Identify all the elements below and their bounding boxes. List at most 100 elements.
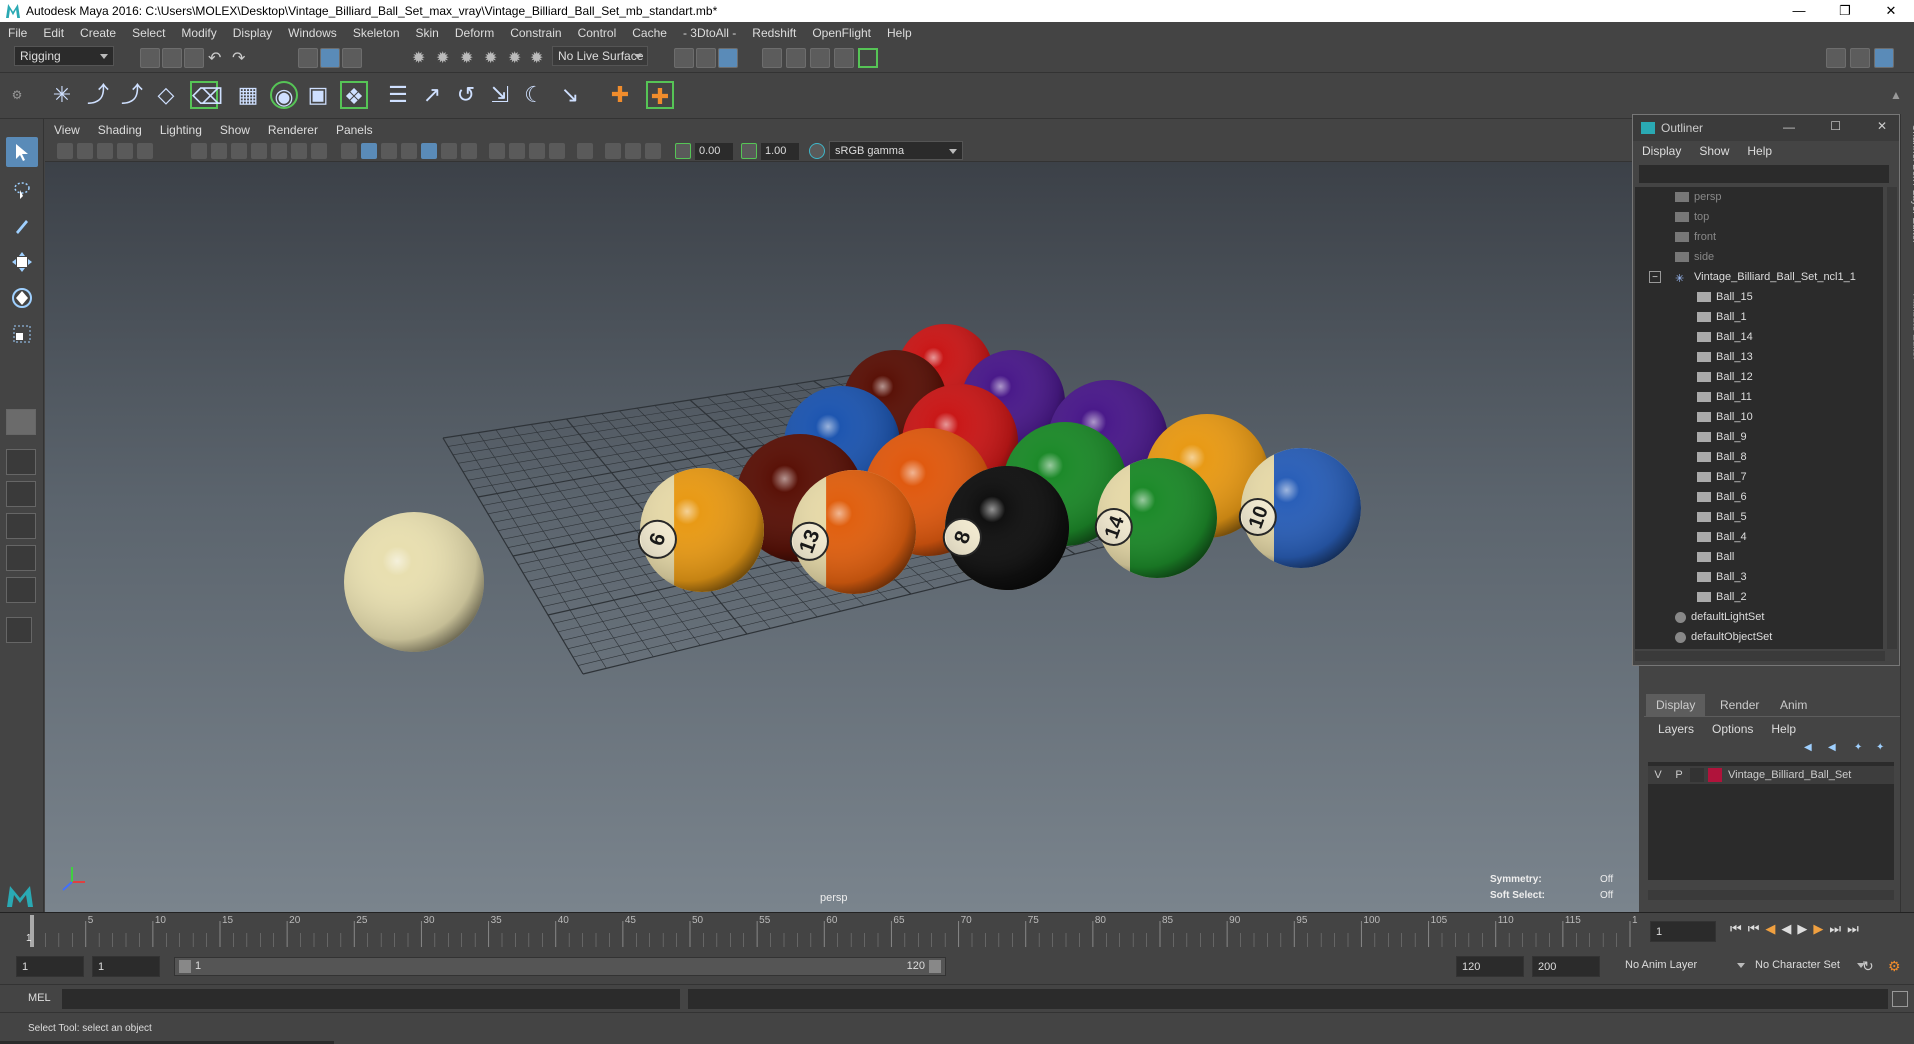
outliner-item-mesh[interactable]: Ball_2 bbox=[1697, 587, 1747, 607]
outliner-item-mesh[interactable]: Ball bbox=[1697, 547, 1734, 567]
use-all-lights-icon[interactable] bbox=[441, 143, 457, 159]
handle-icon[interactable]: ✚ bbox=[646, 81, 674, 109]
select-camera-icon[interactable] bbox=[57, 143, 73, 159]
open-scene-icon[interactable] bbox=[162, 48, 182, 68]
menu-modify[interactable]: Modify bbox=[173, 26, 224, 40]
select-tool-icon[interactable] bbox=[6, 137, 38, 167]
menu-help[interactable]: Help bbox=[879, 26, 920, 40]
aim-constraint-icon[interactable]: ↗ bbox=[418, 81, 446, 109]
scene-canvas[interactable]: 61381410 bbox=[45, 162, 1639, 912]
outliner-menu-help[interactable]: Help bbox=[1738, 144, 1781, 158]
character-set-dropdown[interactable]: No Character Set bbox=[1750, 956, 1870, 977]
layer-tab-render[interactable]: Render bbox=[1710, 694, 1769, 716]
restore-button[interactable]: ❐ bbox=[1822, 0, 1868, 22]
outliner-maximize-button[interactable]: ☐ bbox=[1830, 119, 1841, 133]
outliner-item-mesh[interactable]: Ball_15 bbox=[1697, 287, 1753, 307]
animation-prefs-icon[interactable]: ⚙ bbox=[1888, 958, 1906, 976]
range-slider[interactable]: 1 120 bbox=[174, 957, 946, 976]
toggle-panels-icon[interactable] bbox=[1850, 48, 1870, 68]
shelf-options-icon[interactable]: ⚙ bbox=[8, 81, 26, 109]
minimize-button[interactable]: — bbox=[1776, 0, 1822, 22]
playback-start-field[interactable]: 1 bbox=[92, 956, 160, 977]
layer-type-toggle[interactable] bbox=[1690, 768, 1704, 782]
vp-menu-renderer[interactable]: Renderer bbox=[259, 123, 327, 137]
lasso-tool-icon[interactable] bbox=[6, 175, 38, 205]
menu-skeleton[interactable]: Skeleton bbox=[345, 26, 408, 40]
step-back-frame-icon[interactable]: ◀ bbox=[1765, 921, 1775, 937]
move-layer-down-icon[interactable]: ◀ bbox=[1828, 742, 1842, 754]
current-frame-field[interactable]: 1 bbox=[1650, 921, 1716, 942]
workspace-icon[interactable] bbox=[1826, 48, 1846, 68]
layer-hscrollbar[interactable] bbox=[1648, 890, 1894, 900]
outliner-item-camera[interactable]: persp bbox=[1675, 187, 1722, 207]
outliner-item-set[interactable]: defaultLightSet bbox=[1675, 607, 1764, 627]
range-start-handle[interactable] bbox=[179, 960, 191, 973]
layer-playback-toggle[interactable]: P bbox=[1668, 769, 1690, 781]
outliner-item-mesh[interactable]: Ball_4 bbox=[1697, 527, 1747, 547]
vp-menu-view[interactable]: View bbox=[45, 123, 89, 137]
live-surface-field[interactable]: No Live Surface bbox=[552, 46, 648, 66]
shadows-icon[interactable] bbox=[461, 143, 477, 159]
single-perspective-layout-icon[interactable] bbox=[6, 409, 36, 435]
orient-constraint-icon[interactable]: ↺ bbox=[452, 81, 480, 109]
paint-weights-icon[interactable]: ◉ bbox=[270, 81, 298, 109]
screen-space-ao-icon[interactable] bbox=[489, 143, 505, 159]
billiard-ball[interactable] bbox=[344, 512, 484, 652]
script-editor-icon[interactable] bbox=[1892, 991, 1908, 1007]
outliner-hscrollbar[interactable] bbox=[1635, 651, 1885, 661]
gamma-icon[interactable] bbox=[741, 143, 757, 159]
time-slider[interactable]: 5 10 15 20 25 30 35 40 45 50 55 60 65 70 75 80 85 90 95 100… bbox=[0, 912, 1914, 948]
persp-outliner-layout-icon[interactable] bbox=[6, 481, 36, 507]
layer-color-swatch[interactable] bbox=[1708, 768, 1722, 782]
layer-row[interactable]: V P Vintage_Billiard_Ball_Set bbox=[1648, 766, 1894, 784]
snap-surface-icon[interactable]: ✹ bbox=[508, 48, 528, 68]
color-space-dropdown[interactable]: sRGB gamma bbox=[829, 141, 963, 160]
hypershade-layout-icon[interactable] bbox=[6, 545, 36, 571]
menu-file[interactable]: File bbox=[0, 26, 35, 40]
command-language-label[interactable]: MEL bbox=[28, 992, 51, 1004]
exposure-field[interactable]: 0.00 bbox=[695, 143, 733, 160]
step-forward-key-icon[interactable]: ⏭ bbox=[1829, 921, 1841, 937]
menu-windows[interactable]: Windows bbox=[280, 26, 345, 40]
new-layer-selected-icon[interactable]: ✦ bbox=[1876, 742, 1890, 754]
outliner-menu-display[interactable]: Display bbox=[1633, 144, 1690, 158]
toolbox-collapse-icon[interactable] bbox=[6, 617, 32, 643]
menu-select[interactable]: Select bbox=[124, 26, 173, 40]
input-ops-icon[interactable] bbox=[674, 48, 694, 68]
scale-tool-icon[interactable] bbox=[6, 319, 38, 349]
skeleton-icon[interactable]: ⌫ bbox=[190, 81, 223, 109]
menu-openflight[interactable]: OpenFlight bbox=[804, 26, 879, 40]
vp-menu-lighting[interactable]: Lighting bbox=[151, 123, 211, 137]
animation-end-field[interactable]: 200 bbox=[1532, 956, 1600, 977]
joint-tool-icon[interactable]: ✳ bbox=[48, 81, 76, 109]
ik-spline-icon[interactable]: ⤴ bbox=[118, 81, 146, 109]
command-input[interactable] bbox=[62, 989, 680, 1009]
ik-handle-icon[interactable]: ⤴ bbox=[84, 81, 112, 109]
gamma-field[interactable]: 1.00 bbox=[761, 143, 799, 160]
outliner-item-mesh[interactable]: Ball_13 bbox=[1697, 347, 1753, 367]
xray-joints-icon[interactable] bbox=[645, 143, 661, 159]
outliner-item-mesh[interactable]: Ball_9 bbox=[1697, 427, 1747, 447]
outliner-item-mesh[interactable]: Ball_1 bbox=[1697, 307, 1747, 327]
outliner-item-mesh[interactable]: Ball_3 bbox=[1697, 567, 1747, 587]
snap-view-icon[interactable]: ✹ bbox=[484, 48, 504, 68]
lattice-icon[interactable]: ▣ bbox=[304, 81, 332, 109]
go-to-end-icon[interactable]: ⏭ bbox=[1847, 921, 1859, 937]
point-constraint-icon[interactable]: ☰ bbox=[384, 81, 412, 109]
image-plane-icon[interactable] bbox=[117, 143, 133, 159]
menuset-dropdown[interactable]: Rigging bbox=[14, 46, 114, 66]
play-backward-icon[interactable]: ◀ bbox=[1781, 921, 1791, 937]
menu-constrain[interactable]: Constrain bbox=[502, 26, 569, 40]
playback-end-field[interactable]: 120 bbox=[1456, 956, 1524, 977]
menu-deform[interactable]: Deform bbox=[447, 26, 502, 40]
anim-layer-dropdown[interactable]: No Anim Layer bbox=[1620, 956, 1750, 977]
outliner-menu-show[interactable]: Show bbox=[1690, 144, 1738, 158]
rotate-tool-icon[interactable] bbox=[6, 283, 38, 313]
layer-menu-layers[interactable]: Layers bbox=[1658, 722, 1694, 736]
attribute-editor-tab[interactable]: Attribute Editor bbox=[1895, 294, 1914, 394]
layer-menu-help[interactable]: Help bbox=[1771, 722, 1796, 736]
select-hierarchy-icon[interactable] bbox=[298, 48, 318, 68]
redo-icon[interactable]: ↷ bbox=[232, 48, 252, 68]
ipr-render-icon[interactable] bbox=[810, 48, 830, 68]
channel-box-tab[interactable]: Channel Box / Layer Editor bbox=[1895, 124, 1914, 284]
